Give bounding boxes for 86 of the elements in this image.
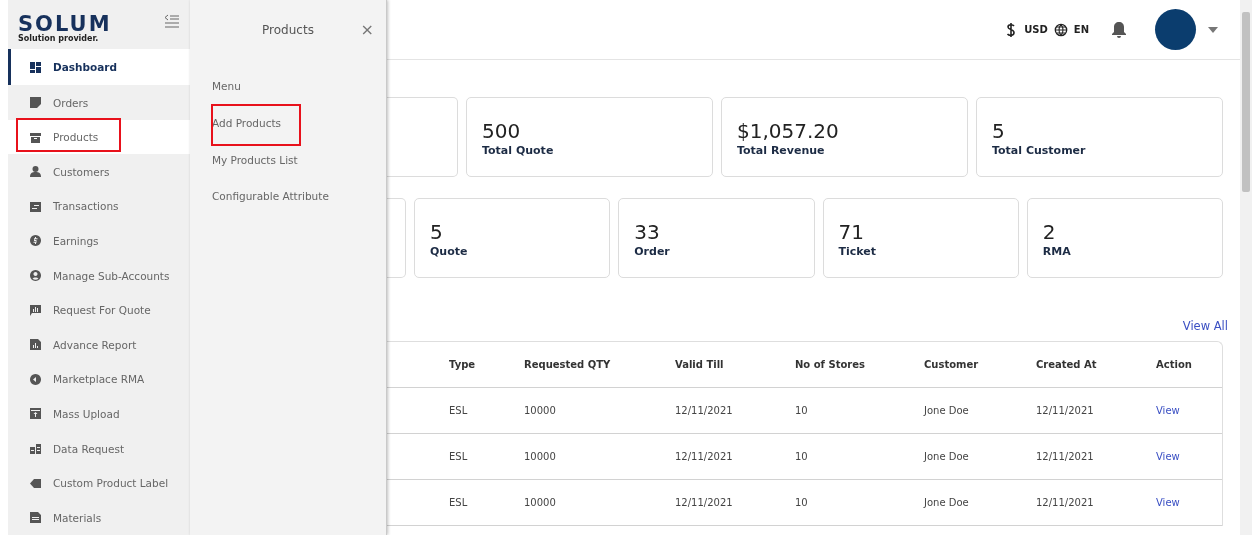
sidebar-item[interactable]: Transactions — [8, 189, 190, 224]
sidebar-item[interactable]: Customers — [8, 154, 190, 190]
upload-box-icon — [30, 408, 41, 420]
report-icon — [30, 339, 41, 351]
language-label[interactable]: EN — [1073, 24, 1089, 35]
panel-title: Products — [262, 23, 314, 37]
sidebar-item[interactable]: Mass Upload — [8, 396, 190, 432]
stat-value: 5 — [430, 218, 444, 245]
table-cell-text: 12/11/2021 — [1036, 405, 1095, 416]
table-cell-text: Jone Doe — [924, 497, 970, 508]
avatar[interactable] — [1155, 9, 1196, 50]
table-cell-text: ESL — [449, 451, 469, 462]
scrollbar-thumb[interactable] — [1242, 12, 1250, 192]
notification-bell-icon[interactable] — [1111, 20, 1127, 39]
column-header: Type — [449, 359, 477, 370]
view-link[interactable]: View — [1156, 451, 1222, 462]
sidebar-item[interactable]: Materials — [8, 500, 190, 535]
stat-label: RMA — [1042, 244, 1072, 258]
sidebar-item[interactable]: Dashboard — [8, 49, 190, 86]
sidebar-item[interactable]: Marketplace RMA — [8, 362, 190, 397]
box-icon — [30, 131, 41, 143]
table-cell-text: 10 — [795, 405, 809, 416]
table-cell-text: 10000 — [524, 405, 557, 416]
submenu-item[interactable]: Configurable Attribute — [190, 178, 386, 215]
transfer-icon — [30, 200, 41, 212]
globe-icon — [1053, 21, 1068, 38]
person-icon — [30, 166, 41, 178]
view-all-link[interactable]: View All — [1182, 319, 1228, 333]
logo-tagline: Solution provider. — [18, 34, 100, 44]
collapse-menu-icon[interactable] — [164, 14, 180, 28]
table-cell-text: Jone Doe — [924, 451, 970, 462]
view-link[interactable]: View — [1156, 405, 1222, 416]
submenu-item[interactable]: Add Products — [190, 104, 386, 142]
table-cell-text: 10000 — [524, 451, 557, 462]
stat-value: $1,057.20 — [737, 117, 840, 144]
logo-text: SOLUM — [18, 14, 112, 34]
table-cell-text: ESL — [449, 497, 469, 508]
table-cell-text: 12/11/2021 — [675, 405, 734, 416]
sidebar-item[interactable]: Advance Report — [8, 327, 190, 363]
table-cell-text: 12/11/2021 — [675, 451, 734, 462]
chart-message-icon — [30, 304, 41, 316]
stat-label: Quote — [430, 244, 469, 258]
submenu-item[interactable]: My Products List — [190, 141, 386, 179]
data-blocks-icon — [30, 443, 41, 454]
stat-label: Order — [634, 244, 671, 258]
stat-value: 500 — [482, 117, 522, 144]
sidebar-item[interactable]: Data Request — [8, 431, 190, 466]
sidebar-item[interactable]: Orders — [8, 85, 190, 120]
column-header: Requested QTY — [524, 359, 612, 370]
stat-label: Total Revenue — [737, 143, 826, 157]
table-cell-text: 10 — [795, 451, 809, 462]
column-header: Action — [1156, 359, 1193, 370]
note-icon — [30, 97, 41, 109]
currency-label[interactable]: USD — [1024, 24, 1048, 35]
column-header: Customer — [924, 359, 980, 370]
stat-label: Ticket — [838, 244, 878, 258]
column-header: No of Stores — [795, 359, 866, 370]
close-button[interactable]: × — [360, 20, 374, 39]
column-header: Created At — [1036, 359, 1098, 370]
caret-icon — [1208, 26, 1218, 33]
grid-icon — [30, 61, 41, 73]
table-cell-text: Jone Doe — [924, 405, 970, 416]
sidebar-item[interactable]: Request For Quote — [8, 292, 190, 328]
table-cell-text: 10 — [795, 497, 809, 508]
stat-label: Total Quote — [482, 143, 555, 157]
submenu-item[interactable]: Menu — [190, 68, 386, 105]
document-icon — [30, 512, 41, 524]
tag-icon — [30, 477, 41, 489]
table-cell-text: 12/11/2021 — [675, 497, 734, 508]
stat-value: 2 — [1042, 218, 1057, 245]
dollar-coin-icon — [30, 235, 41, 247]
sidebar-item[interactable]: Earnings — [8, 223, 190, 259]
table-cell-text: 12/11/2021 — [1036, 451, 1095, 462]
column-header: Valid Till — [675, 359, 725, 370]
sidebar-item[interactable]: Products — [8, 119, 190, 155]
view-link[interactable]: View — [1156, 497, 1222, 508]
stat-value: 33 — [634, 218, 661, 245]
scrollbar[interactable] — [1240, 0, 1252, 535]
stat-value: 71 — [838, 218, 865, 245]
table-cell-text: ESL — [449, 405, 469, 416]
stat-label: Total Customer — [992, 143, 1087, 157]
sidebar-item[interactable]: Manage Sub-Accounts — [8, 258, 190, 293]
stat-value: 5 — [992, 117, 1006, 144]
sidebar-item[interactable]: Custom Product Label — [8, 465, 190, 501]
table-cell-text: 12/11/2021 — [1036, 497, 1095, 508]
table-cell-text: 10000 — [524, 497, 557, 508]
